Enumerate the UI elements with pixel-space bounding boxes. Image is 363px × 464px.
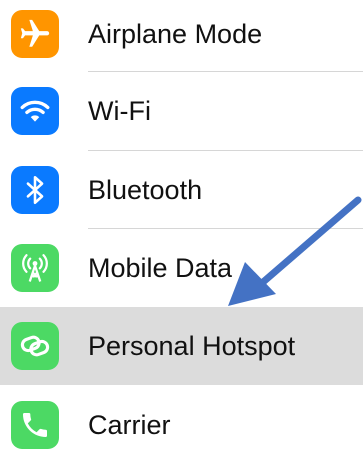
row-label-bluetooth: Bluetooth — [88, 175, 203, 205]
airplane-icon — [11, 10, 59, 58]
phone-icon — [11, 401, 59, 449]
row-label-carrier: Carrier — [88, 410, 171, 440]
row-bluetooth[interactable]: Bluetooth — [0, 151, 363, 229]
row-label-wifi: Wi-Fi — [88, 96, 151, 126]
antenna-icon — [11, 244, 59, 292]
row-carrier[interactable]: Carrier — [0, 386, 363, 464]
row-label-personal-hotspot: Personal Hotspot — [88, 331, 296, 361]
link-icon — [11, 322, 59, 370]
row-mobile-data[interactable]: Mobile Data — [0, 229, 363, 307]
bluetooth-icon — [11, 166, 59, 214]
row-label-mobile-data: Mobile Data — [88, 253, 233, 283]
row-label-airplane-mode: Airplane Mode — [88, 19, 263, 49]
row-wifi[interactable]: Wi-Fi — [0, 72, 363, 150]
wifi-icon — [11, 87, 59, 135]
settings-list: Airplane Mode Wi-Fi Bluetooth Mobile Dat… — [0, 0, 363, 460]
row-personal-hotspot[interactable]: Personal Hotspot — [0, 307, 363, 385]
row-airplane-mode[interactable]: Airplane Mode — [0, 0, 363, 73]
